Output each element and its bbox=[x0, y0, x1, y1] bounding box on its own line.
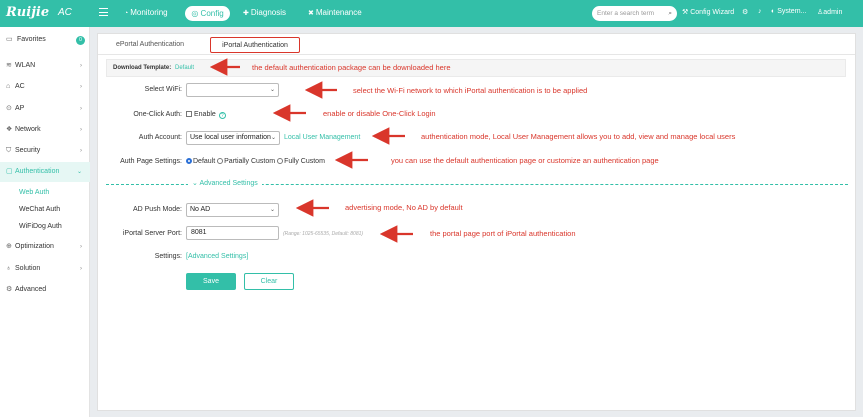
annotation-server-port: the portal page port of iPortal authenti… bbox=[430, 229, 576, 238]
annotation-select-wifi: select the Wi-Fi network to which iPorta… bbox=[353, 86, 588, 95]
annotation-ad-push: advertising mode, No AD by default bbox=[345, 203, 463, 212]
annotation-auth-page: you can use the default authentication p… bbox=[391, 156, 659, 165]
annotation-one-click: enable or disable One-Click Login bbox=[323, 109, 436, 118]
annotation-download: the default authentication package can b… bbox=[252, 63, 451, 72]
annotation-auth-account: authentication mode, Local User Manageme… bbox=[421, 132, 736, 141]
